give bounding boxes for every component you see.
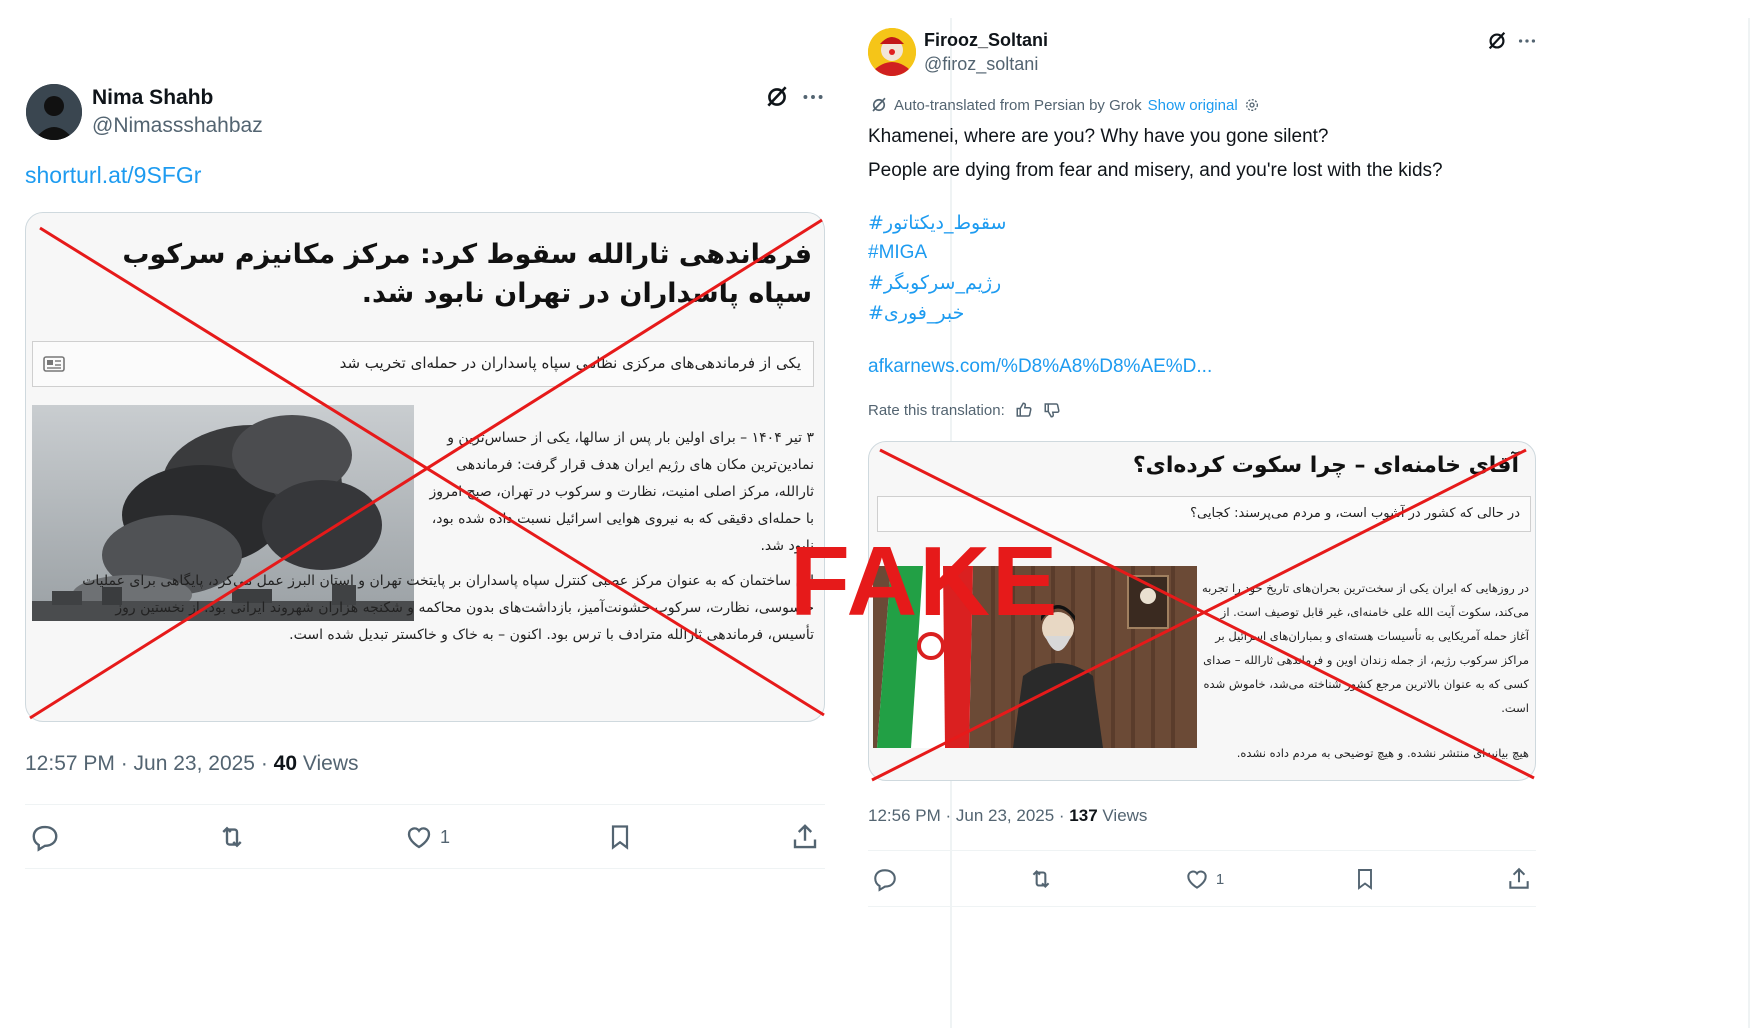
more-icon[interactable] [800,84,826,115]
views-count: 137 [1069,806,1098,825]
grok-icon [872,97,886,112]
hashtag-list: #سقوط_دیکتاتور #MIGA #رژیم_سرکوبگر #خبر_… [868,208,1006,328]
news-icon [43,356,65,376]
card-body-footer: هیچ بیانیه‌ای منتشر نشده. و هیچ توضیحی ب… [1199,746,1529,776]
author-handle[interactable]: @firoz_soltani [924,54,1038,75]
avatar[interactable] [26,84,82,140]
share-icon [793,824,817,849]
card-body: در روزهایی که ایران یکی از سخت‌ترین بحرا… [1199,576,1529,774]
translation-note: Auto-translated from Persian by Grok Sho… [870,96,1260,114]
reply-icon [874,869,896,892]
tweet-meta: 12:57 PM · Jun 23, 2025 · 40 Views [25,752,359,776]
card-subheadline: یکی از فرماندهی‌های مرکزی نظامی سپاه پاس… [339,354,801,372]
like-button[interactable]: 1 [404,822,450,852]
grok-icon[interactable] [764,84,790,115]
article-card[interactable]: فرماندهی ثارالله سقوط کرد: مرکز مکانیزم … [25,212,825,722]
divider [868,850,1536,851]
divider [25,804,825,805]
thumbs-up-icon[interactable] [1015,401,1033,419]
card-body-p1: در روزهایی که ایران یکی از سخت‌ترین بحرا… [1202,581,1529,715]
tweet-left: Nima Shahb @Nimassshahbaz shorturl.at/9S… [0,0,940,1000]
retweet-icon [1032,869,1050,889]
card-body-p2: این ساختمان که به عنوان مرکز عصبی کنترل … [82,573,814,643]
card-subheadline-box: یکی از فرماندهی‌های مرکزی نظامی سپاه پاس… [32,341,814,387]
author-avatar[interactable] [868,28,916,76]
retweet-button[interactable] [1027,866,1055,892]
show-original-link[interactable]: Show original [1148,97,1238,114]
bookmark-button[interactable] [606,822,634,852]
action-bar: 1 [872,864,1532,894]
views-label: Views [1097,806,1148,825]
thumbs-down-icon[interactable] [1043,401,1061,419]
like-count: 1 [1215,870,1225,888]
tweet-link[interactable]: afkarnews.com/%D8%A8%D8%AE%D... [868,356,1212,378]
action-bar: 1 [30,820,820,854]
like-button[interactable]: 1 [1184,866,1224,892]
author-handle[interactable]: @Nimassshahbaz [92,114,263,138]
hashtag[interactable]: #MIGA [868,238,1006,268]
hashtag[interactable]: #خبر_فوری [868,298,1006,328]
card-body-p1: ۳ تیر ۱۴۰۴ – برای اولین بار پس از سالها،… [429,430,814,554]
more-icon[interactable] [1516,30,1538,57]
tweet-link[interactable]: shorturl.at/9SFGr [25,162,201,189]
retweet-button[interactable] [216,822,248,852]
like-icon [407,827,431,849]
hashtag[interactable]: #رژیم_سرکوبگر [868,268,1006,298]
card-subheadline-text: در حالی که کشور در آشوب است، و مردم می‌پ… [1190,506,1520,521]
reply-button[interactable] [872,866,898,892]
hashtag[interactable]: #سقوط_دیکتاتور [868,208,1006,238]
author-name[interactable]: Firooz_Soltani [924,30,1048,51]
card-body-p2: هیچ بیانیه‌ای منتشر نشده. و هیچ توضیحی ب… [1236,746,1529,760]
grok-icon[interactable] [1486,30,1508,57]
gear-icon [1245,99,1258,111]
author-name[interactable]: Nima Shahb [92,86,213,110]
fake-label: FAKE [790,526,1060,636]
tweet-text: Khamenei, where are you? Why have you go… [868,120,1443,188]
bookmark-icon [1358,869,1373,890]
retweet-icon [222,826,242,848]
like-count: 1 [439,826,450,847]
views-label: Views [297,752,359,775]
bookmark-button[interactable] [1353,866,1377,892]
share-button[interactable] [1506,866,1532,892]
like-icon [1187,870,1207,889]
tweet-text-line2: People are dying from fear and misery, a… [868,160,1443,181]
card-body: ۳ تیر ۱۴۰۴ – برای اولین بار پس از سالها،… [66,425,814,715]
reply-icon [32,825,58,852]
card-headline: فرماندهی ثارالله سقوط کرد: مرکز مکانیزم … [122,239,812,310]
rate-translation: Rate this translation: [868,401,1061,419]
divider [25,868,825,869]
tweet-meta: 12:56 PM · Jun 23, 2025 · 137 Views [868,806,1147,826]
tweet-time[interactable]: 12:57 PM · Jun 23, 2025 · [25,752,274,775]
translation-note-text: Auto-translated from Persian by Grok [894,96,1142,114]
tweet-text-line1: Khamenei, where are you? Why have you go… [868,126,1329,147]
divider [868,906,1536,907]
card-headline: آقای خامنه‌ای – چرا سکوت کرده‌ای؟ [1132,453,1519,478]
share-button[interactable] [790,822,820,852]
reply-button[interactable] [30,822,60,852]
share-icon [1509,867,1529,889]
bookmark-icon [611,825,629,850]
rate-label: Rate this translation: [868,401,1005,419]
tweet-time[interactable]: 12:56 PM · Jun 23, 2025 · [868,806,1069,825]
views-count: 40 [273,752,298,775]
